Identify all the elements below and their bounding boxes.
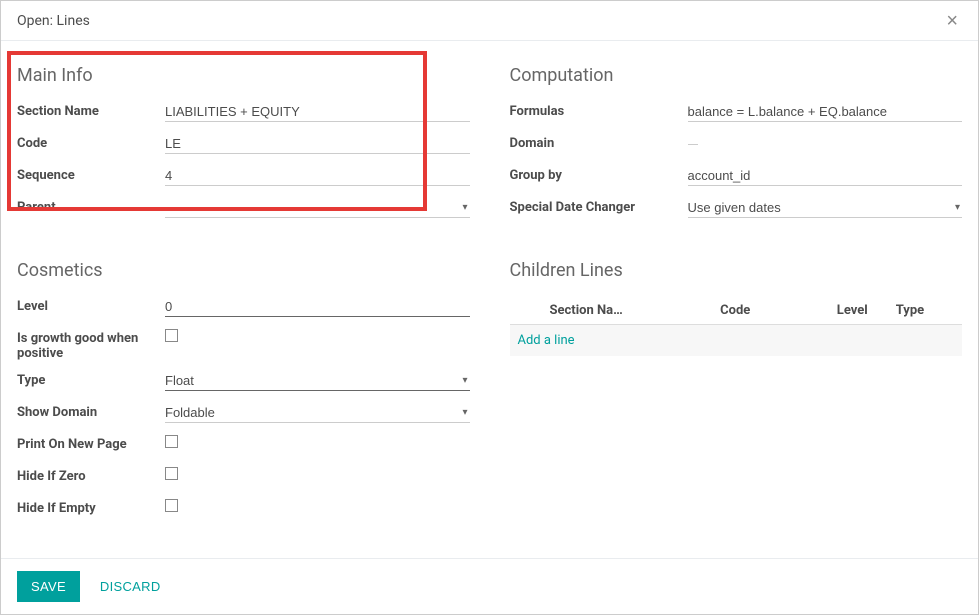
col-code[interactable]: Code: [712, 297, 789, 325]
row-formulas: Formulas: [510, 102, 963, 124]
select-show-domain[interactable]: [165, 403, 470, 423]
modal-dialog: Open: Lines × Main Info Section Name Cod…: [0, 0, 979, 615]
row-code: Code: [17, 134, 470, 156]
row-print-new-page: Print On New Page: [17, 435, 470, 457]
children-table: Section Na… Code Level Type Add a line: [510, 297, 963, 356]
label-level: Level: [17, 297, 165, 314]
label-domain: Domain: [510, 134, 688, 151]
add-line-link[interactable]: Add a line: [510, 325, 963, 357]
row-sequence: Sequence: [17, 166, 470, 188]
checkbox-growth[interactable]: [165, 329, 178, 342]
label-print-new-page: Print On New Page: [17, 435, 165, 452]
row-growth: Is growth good when positive: [17, 329, 470, 361]
input-sequence[interactable]: [165, 166, 470, 186]
select-type[interactable]: [165, 371, 470, 391]
modal-header: Open: Lines ×: [1, 1, 978, 41]
row-parent: Parent ▾: [17, 198, 470, 220]
modal-footer: SAVE DISCARD: [1, 558, 978, 614]
label-formulas: Formulas: [510, 102, 688, 119]
label-group-by: Group by: [510, 166, 688, 183]
discard-button[interactable]: DISCARD: [92, 571, 169, 602]
cosmetics-title: Cosmetics: [17, 260, 470, 281]
checkbox-print-new-page[interactable]: [165, 435, 178, 448]
save-button[interactable]: SAVE: [17, 571, 80, 602]
input-section-name[interactable]: [165, 102, 470, 122]
row-hide-if-empty: Hide If Empty: [17, 499, 470, 521]
input-parent[interactable]: [165, 198, 470, 218]
input-code[interactable]: [165, 134, 470, 154]
right-column: Computation Formulas Domain Group by Spe…: [510, 65, 963, 542]
label-hide-if-empty: Hide If Empty: [17, 499, 165, 516]
checkbox-hide-if-zero[interactable]: [165, 467, 178, 480]
label-code: Code: [17, 134, 165, 151]
label-sequence: Sequence: [17, 166, 165, 183]
children-add-row: Add a line: [510, 325, 963, 357]
row-group-by: Group by: [510, 166, 963, 188]
row-show-domain: Show Domain ▾: [17, 403, 470, 425]
col-section-name[interactable]: Section Na…: [510, 297, 713, 325]
children-title: Children Lines: [510, 260, 963, 281]
input-formulas[interactable]: [688, 102, 963, 122]
label-special-date: Special Date Changer: [510, 198, 688, 215]
label-section-name: Section Name: [17, 102, 165, 119]
label-show-domain: Show Domain: [17, 403, 165, 420]
modal-title: Open: Lines: [17, 13, 90, 29]
label-hide-if-zero: Hide If Zero: [17, 467, 165, 484]
checkbox-hide-if-empty[interactable]: [165, 499, 178, 512]
label-growth: Is growth good when positive: [17, 329, 165, 361]
row-domain: Domain: [510, 134, 963, 156]
left-column: Main Info Section Name Code Sequence Par…: [17, 65, 470, 542]
close-button[interactable]: ×: [942, 11, 962, 31]
row-type: Type ▾: [17, 371, 470, 393]
col-level[interactable]: Level: [789, 297, 887, 325]
children-header-row: Section Na… Code Level Type: [510, 297, 963, 325]
label-parent: Parent: [17, 198, 165, 215]
modal-body: Main Info Section Name Code Sequence Par…: [1, 41, 978, 558]
row-level: Level: [17, 297, 470, 319]
main-info-title: Main Info: [17, 65, 470, 86]
input-level[interactable]: [165, 297, 470, 317]
select-special-date[interactable]: [688, 198, 963, 218]
computation-title: Computation: [510, 65, 963, 86]
row-special-date: Special Date Changer ▾: [510, 198, 963, 220]
input-group-by[interactable]: [688, 166, 963, 186]
label-type: Type: [17, 371, 165, 388]
row-hide-if-zero: Hide If Zero: [17, 467, 470, 489]
col-type[interactable]: Type: [888, 297, 962, 325]
value-domain: [688, 134, 963, 149]
row-section-name: Section Name: [17, 102, 470, 124]
